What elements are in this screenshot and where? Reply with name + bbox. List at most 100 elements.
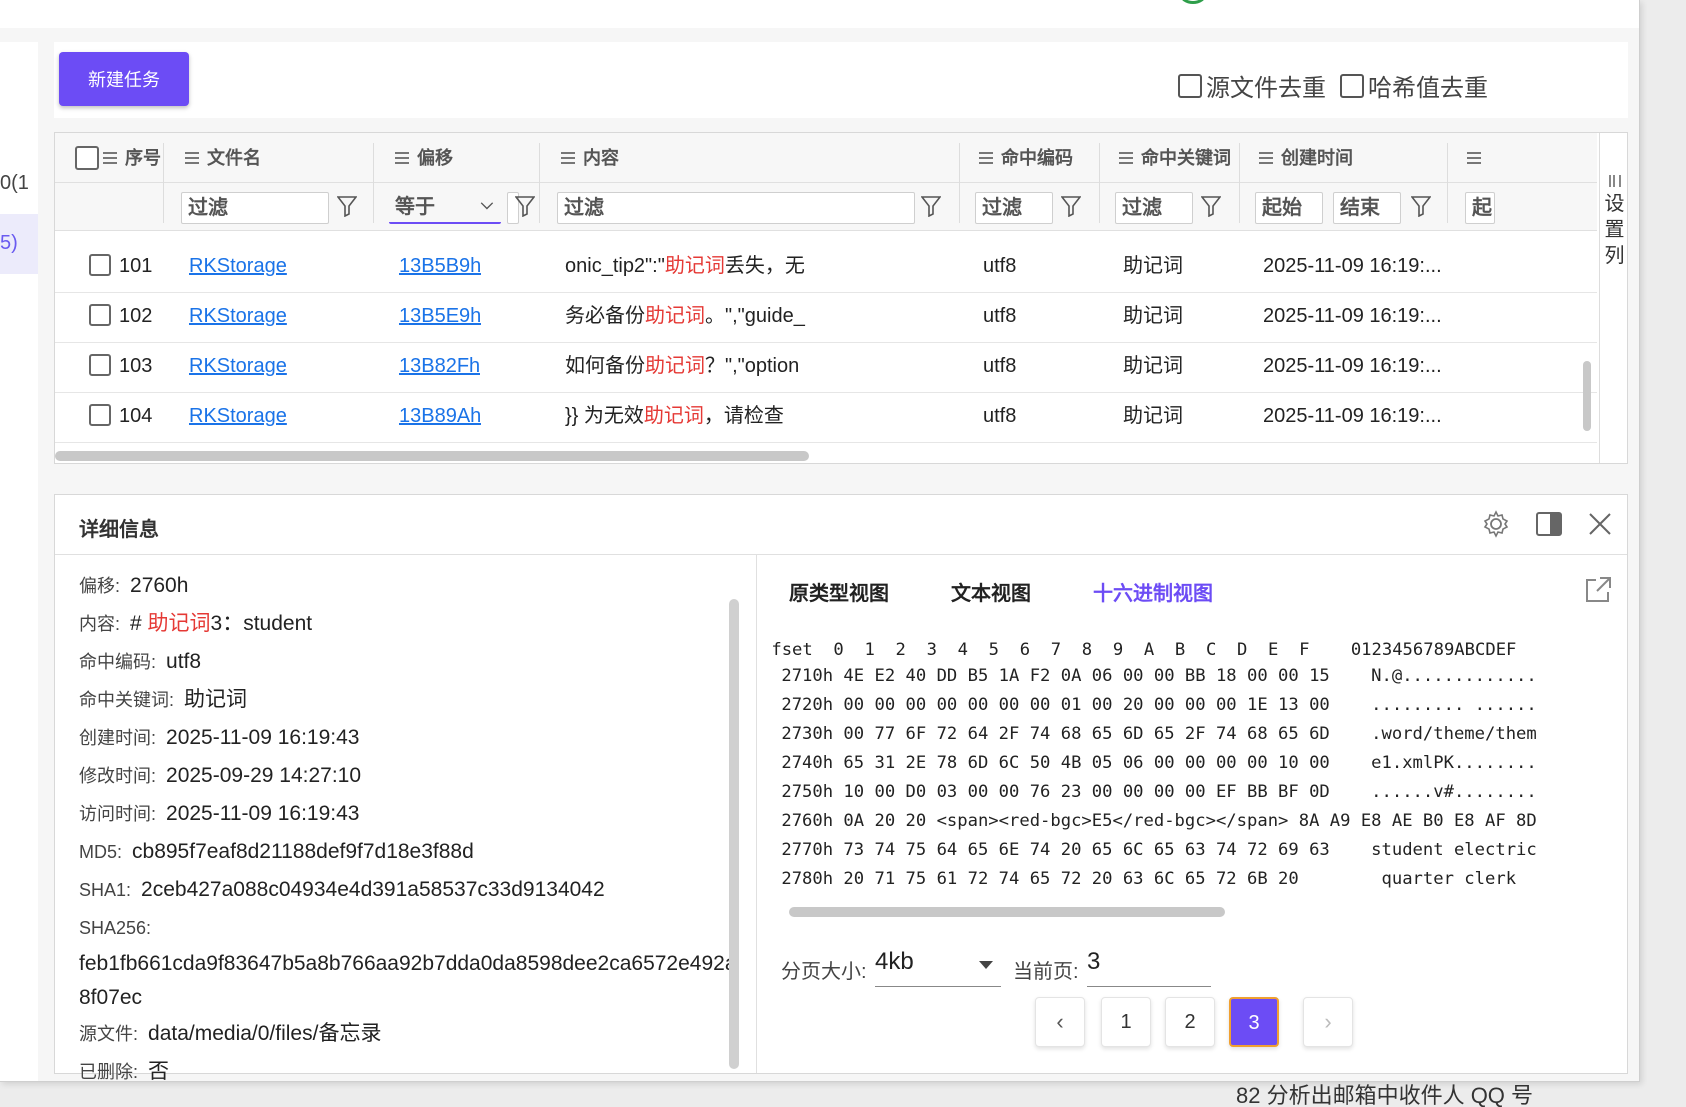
column-menu-icon[interactable] — [1467, 152, 1481, 164]
column-title: 文件名 — [207, 148, 261, 168]
page-button[interactable]: 1 — [1101, 997, 1151, 1047]
properties-scrollbar[interactable] — [729, 599, 739, 1069]
content-hit: 助记词 — [643, 405, 704, 427]
table-row[interactable]: 103 RKStorage 13B82Fh 如何备份助记词？","option … — [55, 339, 1597, 393]
filter-icon[interactable] — [1060, 195, 1082, 219]
table-row[interactable]: 104 RKStorage 13B89Ah }} 为无效助记词，请检查 utf8… — [55, 389, 1597, 443]
column-divider[interactable] — [1239, 143, 1240, 223]
page-button-active[interactable]: 3 — [1229, 997, 1279, 1047]
prop-key: 偏移: — [79, 576, 121, 596]
tab-text[interactable]: 文本视图 — [951, 577, 1031, 606]
prop-key: 命中关键词: — [79, 690, 175, 710]
column-header-offset[interactable]: 偏移 — [395, 133, 453, 183]
column-menu-icon[interactable] — [395, 152, 409, 164]
horizontal-scrollbar[interactable] — [55, 451, 809, 461]
row-offset-link[interactable]: 13B5E9h — [399, 289, 481, 343]
created-end-input[interactable]: 结束 — [1333, 192, 1401, 224]
offset-operator-select[interactable]: 等于 ⌵ — [389, 192, 501, 224]
column-menu-icon[interactable] — [103, 152, 117, 164]
row-offset-link[interactable]: 13B5B9h — [399, 239, 481, 293]
row-encoding: utf8 — [983, 405, 1017, 427]
column-settings-button[interactable]: 设置列 — [1599, 133, 1627, 463]
column-menu-icon[interactable] — [1119, 152, 1133, 164]
caret-down-icon[interactable] — [979, 961, 993, 969]
content-text: 务必备份 — [565, 305, 645, 327]
column-menu-icon[interactable] — [979, 152, 993, 164]
hex-view-pane: 原类型视图 文本视图 十六进制视图 ffset 0 1 2 3 4 5 6 7 … — [759, 555, 1627, 1073]
detail-header: 详细信息 — [55, 495, 1627, 555]
column-header-created[interactable]: 创建时间 — [1259, 133, 1353, 183]
column-header-more[interactable] — [1467, 133, 1489, 183]
row-index: 103 — [119, 355, 153, 377]
page-button[interactable]: 2 — [1165, 997, 1215, 1047]
split-view-icon[interactable] — [1535, 511, 1563, 537]
prev-page-button[interactable]: ‹ — [1035, 997, 1085, 1047]
dedup-source-checkbox[interactable] — [1178, 73, 1202, 98]
hex-horizontal-scrollbar[interactable] — [789, 907, 1225, 917]
column-header-index[interactable]: 序号 — [103, 133, 161, 183]
dedup-hash-option[interactable]: 哈希值去重 — [1340, 68, 1488, 103]
row-checkbox[interactable] — [89, 304, 111, 326]
filename-filter-input[interactable]: 过滤 — [181, 192, 329, 224]
new-task-button[interactable]: 新建任务 — [59, 52, 189, 106]
row-offset-link[interactable]: 13B82Fh — [399, 339, 480, 393]
current-page-input[interactable]: 3 — [1087, 941, 1211, 987]
close-icon[interactable] — [1587, 511, 1613, 537]
column-header-content[interactable]: 内容 — [561, 133, 619, 183]
column-divider[interactable] — [539, 143, 540, 223]
dedup-hash-label: 哈希值去重 — [1368, 75, 1488, 102]
filter-icon[interactable] — [1200, 195, 1222, 219]
row-file-link[interactable]: RKStorage — [189, 239, 287, 293]
dedup-hash-checkbox[interactable] — [1340, 73, 1364, 98]
prop-value: data/media/0/files/备忘录 — [148, 1022, 382, 1045]
sidebar-item-active[interactable]: 5) — [0, 214, 38, 274]
column-divider[interactable] — [373, 143, 374, 223]
column-header-encoding[interactable]: 命中编码 — [979, 133, 1073, 183]
prop-key: 源文件: — [79, 1024, 139, 1044]
keyword-filter-input[interactable]: 过滤 — [1115, 192, 1193, 224]
next-page-button[interactable]: › — [1303, 997, 1353, 1047]
row-checkbox[interactable] — [89, 354, 111, 376]
gear-icon[interactable] — [1481, 509, 1511, 539]
tab-raw-type[interactable]: 原类型视图 — [789, 577, 889, 606]
filter-icon[interactable] — [1410, 195, 1432, 219]
column-header-filename[interactable]: 文件名 — [185, 133, 261, 183]
encoding-filter-input[interactable]: 过滤 — [975, 192, 1053, 224]
content-text: }} 为无效 — [565, 405, 644, 427]
prop-created: 创建时间: 2025-11-09 16:19:43 — [79, 719, 756, 757]
column-divider[interactable] — [163, 143, 164, 223]
row-checkbox[interactable] — [89, 254, 111, 276]
column-header-keyword[interactable]: 命中关键词 — [1119, 133, 1231, 183]
row-file-link[interactable]: RKStorage — [189, 389, 287, 443]
column-menu-icon[interactable] — [561, 152, 575, 164]
extra-filter-input[interactable]: 起 — [1465, 192, 1495, 224]
dedup-source-option[interactable]: 源文件去重 — [1178, 68, 1326, 103]
column-divider[interactable] — [1099, 143, 1100, 223]
sidebar-item[interactable]: 0(1 — [0, 172, 38, 195]
prop-value: 2025-09-29 14:27:10 — [166, 764, 362, 787]
row-checkbox[interactable] — [89, 404, 111, 426]
vertical-scrollbar[interactable] — [1583, 361, 1591, 431]
prop-value: 2025-11-09 16:19:43 — [166, 726, 360, 749]
row-file-link[interactable]: RKStorage — [189, 289, 287, 343]
open-external-icon[interactable] — [1583, 575, 1613, 605]
hex-line: 2720h 00 00 00 00 00 00 00 01 00 20 00 0… — [771, 695, 1537, 715]
column-divider[interactable] — [1447, 143, 1448, 223]
column-menu-icon[interactable] — [1259, 152, 1273, 164]
column-menu-icon[interactable] — [185, 152, 199, 164]
column-title: 创建时间 — [1281, 148, 1353, 168]
select-all-checkbox[interactable] — [75, 146, 99, 170]
dedup-source-label: 源文件去重 — [1206, 75, 1326, 102]
row-file-link[interactable]: RKStorage — [189, 339, 287, 393]
created-start-input[interactable]: 起始 — [1255, 192, 1323, 224]
row-created: 2025-11-09 16:19:... — [1263, 305, 1442, 327]
content-filter-input[interactable]: 过滤 — [557, 192, 915, 224]
filter-icon[interactable] — [514, 195, 536, 219]
filter-icon[interactable] — [920, 195, 942, 219]
column-divider[interactable] — [959, 143, 960, 223]
tab-hex[interactable]: 十六进制视图 — [1093, 577, 1213, 606]
filter-icon[interactable] — [336, 195, 358, 219]
table-row[interactable]: 101 RKStorage 13B5B9h onic_tip2":"助记词丢失，… — [55, 239, 1597, 293]
row-offset-link[interactable]: 13B89Ah — [399, 389, 481, 443]
table-row[interactable]: 102 RKStorage 13B5E9h 务必备份助记词。","guide_ … — [55, 289, 1597, 343]
